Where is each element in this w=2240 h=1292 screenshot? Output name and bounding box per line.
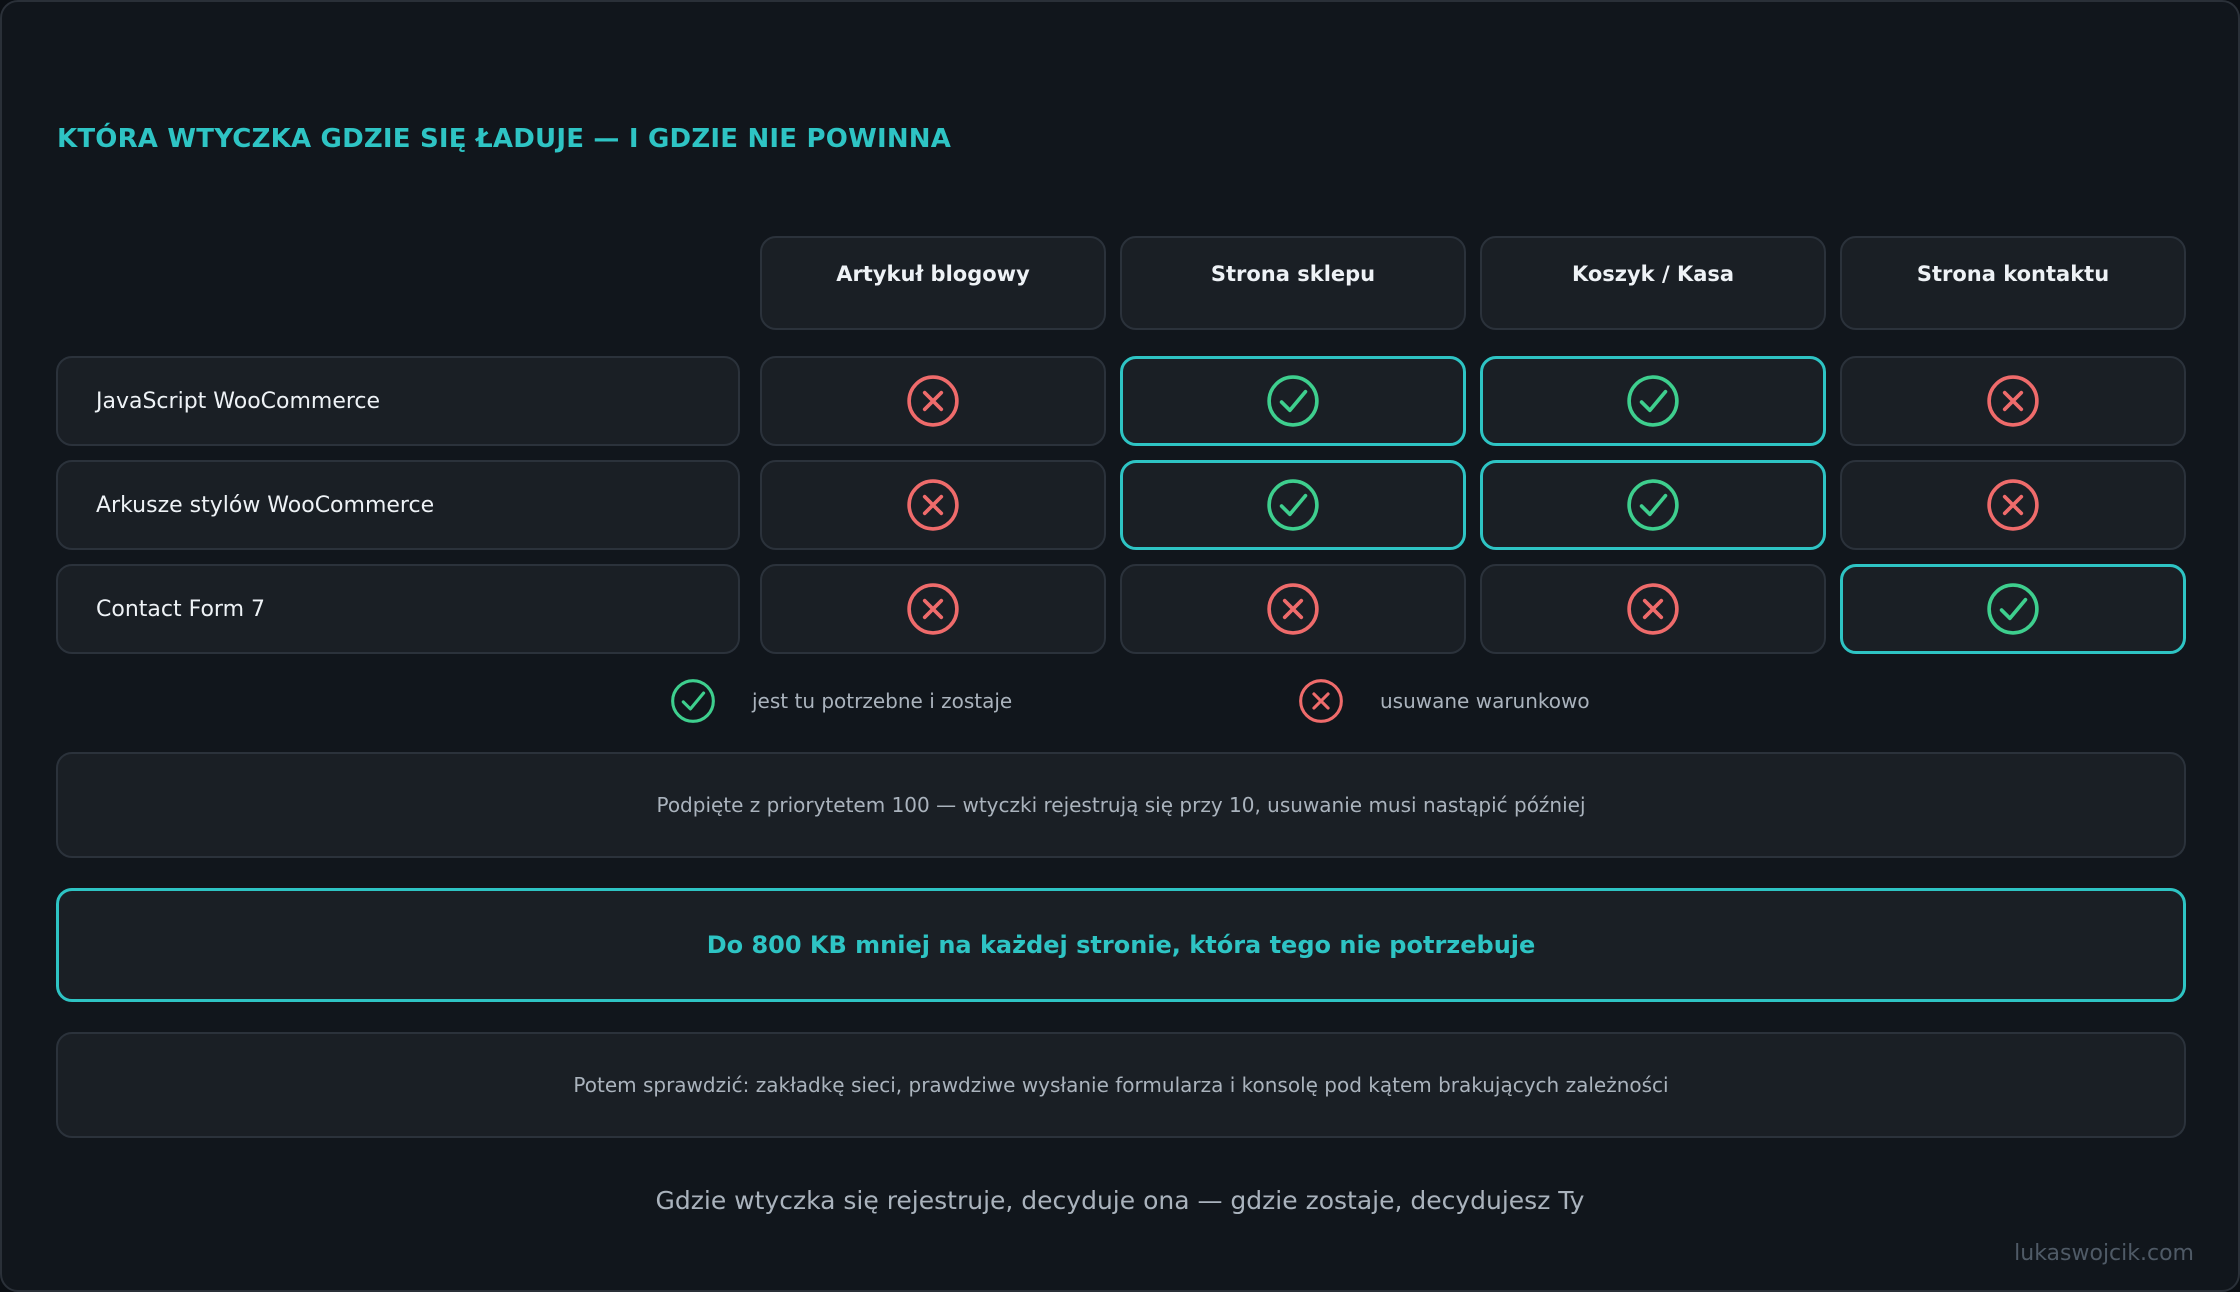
check-circle-icon (1626, 478, 1680, 532)
check-circle-icon (1986, 582, 2040, 636)
x-circle-icon (906, 478, 960, 532)
page-title: KTÓRA WTYCZKA GDZIE SIĘ ŁADUJE — I GDZIE… (57, 124, 952, 154)
priority-note: Podpięte z priorytetem 100 — wtyczki rej… (56, 752, 2186, 858)
matrix-cell (1480, 356, 1826, 446)
savings-note: Do 800 KB mniej na każdej stronie, która… (56, 888, 2186, 1002)
check-circle-icon (1266, 374, 1320, 428)
x-circle-icon (1626, 582, 1680, 636)
matrix-cell (1120, 460, 1466, 550)
matrix-cell (1840, 356, 2186, 446)
check-circle-icon (1266, 478, 1320, 532)
check-circle-icon (670, 678, 734, 724)
column-header-contact: Strona kontaktu (1840, 236, 2186, 330)
matrix-cell (1480, 460, 1826, 550)
legend-remove: usuwane warunkowo (1298, 678, 1590, 724)
x-circle-icon (1298, 678, 1362, 724)
x-circle-icon (906, 582, 960, 636)
x-circle-icon (1986, 478, 2040, 532)
check-note: Potem sprawdzić: zakładkę sieci, prawdzi… (56, 1032, 2186, 1138)
matrix-cell (1120, 356, 1466, 446)
matrix-cell (1840, 460, 2186, 550)
row-label-woocommerce-css: Arkusze stylów WooCommerce (56, 460, 740, 550)
matrix-cell (1480, 564, 1826, 654)
x-circle-icon (1266, 582, 1320, 636)
matrix-cell (760, 564, 1106, 654)
matrix-cell (1120, 564, 1466, 654)
credit-link[interactable]: lukaswojcik.com (2014, 1241, 2194, 1266)
x-circle-icon (1986, 374, 2040, 428)
matrix-cell (1840, 564, 2186, 654)
row-label-contact-form-7: Contact Form 7 (56, 564, 740, 654)
matrix-cell (760, 460, 1106, 550)
row-label-woocommerce-js: JavaScript WooCommerce (56, 356, 740, 446)
footer-tagline: Gdzie wtyczka się rejestruje, decyduje o… (655, 1186, 1585, 1215)
infographic-frame: KTÓRA WTYCZKA GDZIE SIĘ ŁADUJE — I GDZIE… (0, 0, 2240, 1292)
matrix-cell (760, 356, 1106, 446)
x-circle-icon (906, 374, 960, 428)
legend-remove-label: usuwane warunkowo (1380, 689, 1590, 713)
column-header-shop: Strona sklepu (1120, 236, 1466, 330)
check-circle-icon (1626, 374, 1680, 428)
legend-keep-label: jest tu potrzebne i zostaje (752, 689, 1013, 713)
column-header-cart: Koszyk / Kasa (1480, 236, 1826, 330)
legend-keep: jest tu potrzebne i zostaje (670, 678, 1012, 724)
column-header-blog: Artykuł blogowy (760, 236, 1106, 330)
